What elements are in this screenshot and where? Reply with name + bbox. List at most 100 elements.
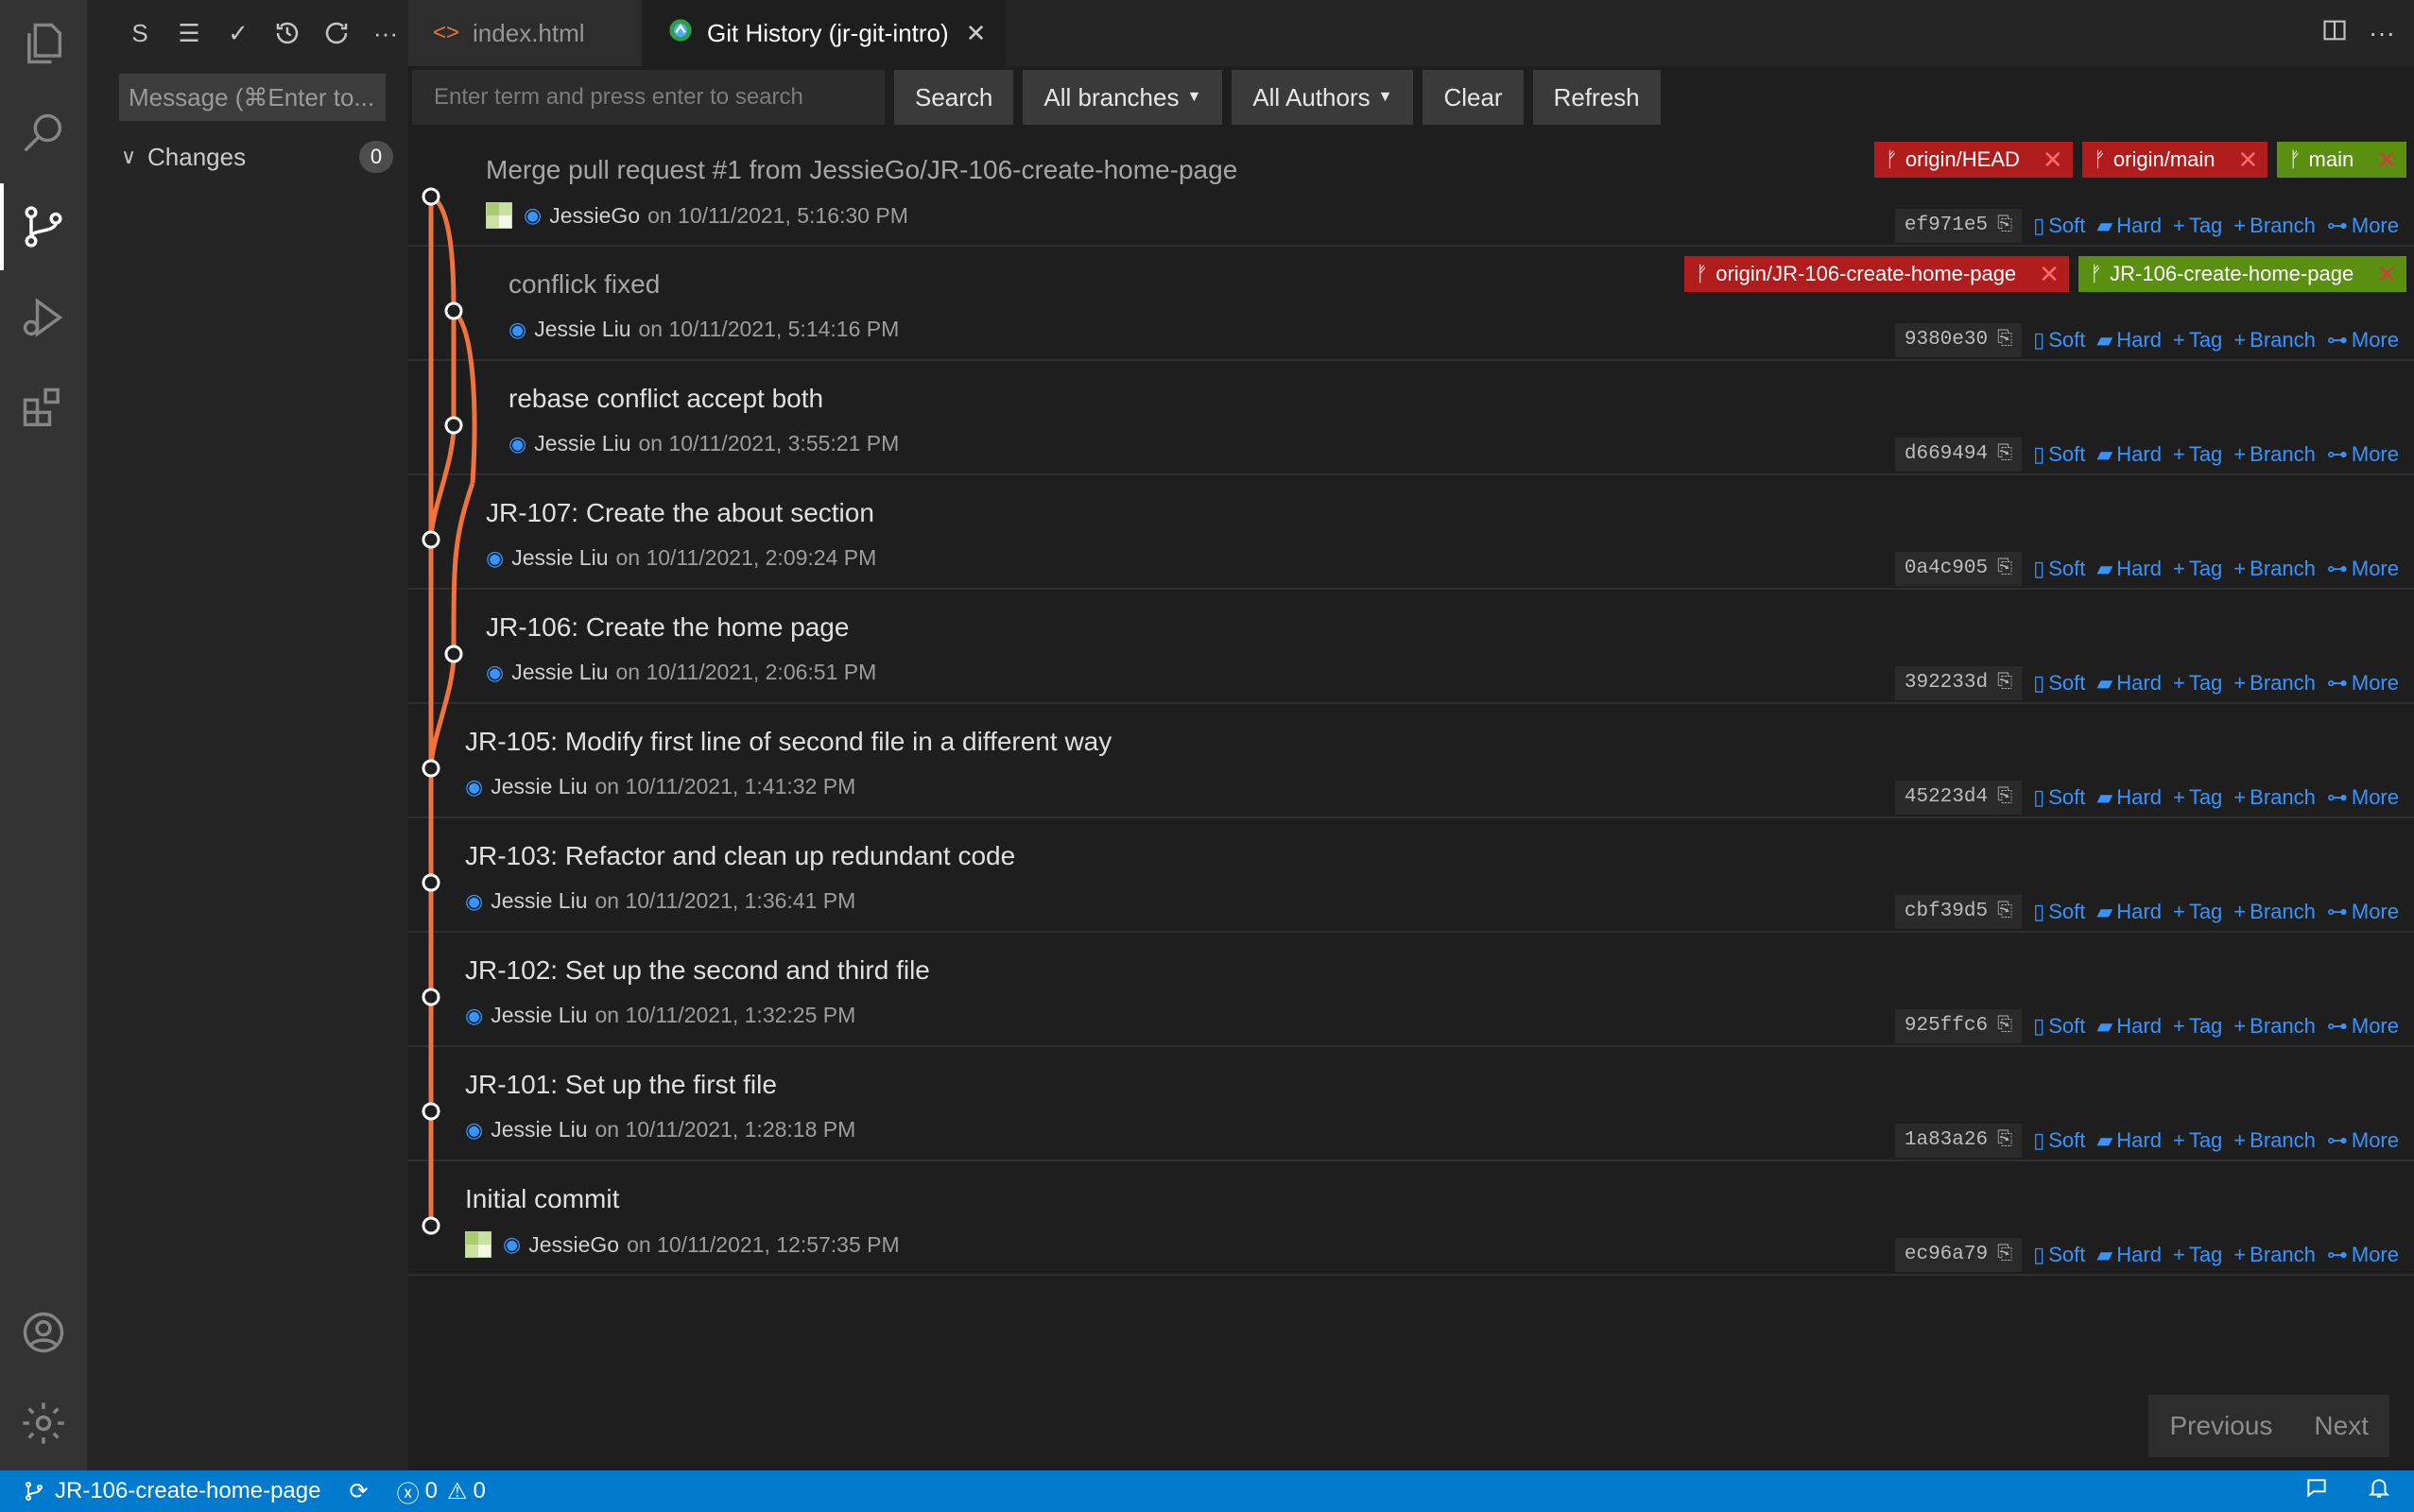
hard-reset-button[interactable]: ▰ Hard [2096,671,2162,696]
copy-icon[interactable]: ⎘ [1997,552,2012,586]
ref-badge[interactable]: ᚠ JR-106-create-home-page ✕ [2078,256,2406,292]
close-icon[interactable]: ✕ [966,19,987,48]
soft-reset-button[interactable]: ▯ Soft [2033,900,2085,924]
search-icon[interactable] [0,91,87,178]
changes-group[interactable]: ∨ Changes 0 [110,136,393,178]
more-actions-icon[interactable]: ··· [361,11,410,55]
search-button[interactable]: Search [894,70,1014,125]
refresh-button[interactable]: Refresh [1532,70,1661,125]
copy-icon[interactable]: ⎘ [1997,666,2012,700]
feedback-icon[interactable] [2304,1476,2329,1507]
commit-author[interactable]: Jessie Liu [511,545,608,571]
commit-message[interactable]: JR-105: Modify first line of second file… [465,727,1112,757]
commit-author[interactable]: Jessie Liu [491,774,587,799]
tag-button[interactable]: + Tag [2173,1243,2222,1267]
ref-badge[interactable]: ᚠ origin/JR-106-create-home-page ✕ [1684,256,2069,292]
more-actions-icon[interactable]: ··· [2369,18,2395,48]
soft-reset-button[interactable]: ▯ Soft [2033,557,2085,581]
eye-icon[interactable]: ◉ [503,1232,521,1257]
hard-reset-button[interactable]: ▰ Hard [2096,1014,2162,1039]
copy-icon[interactable]: ⎘ [1997,438,2012,472]
soft-reset-button[interactable]: ▯ Soft [2033,214,2085,238]
copy-icon[interactable]: ⎘ [1997,1009,2012,1043]
tag-button[interactable]: + Tag [2173,671,2222,696]
commit-author[interactable]: Jessie Liu [491,1003,587,1028]
settings-gear-icon[interactable] [0,1380,87,1467]
commit-author[interactable]: JessieGo [549,203,640,229]
search-input[interactable] [412,70,885,125]
commit-row[interactable]: conflick fixed ◉ Jessie Liu on 10/11/2021, … [408,247,2414,361]
commit-hash[interactable]: 925ffc6 ⎘ [1894,1009,2023,1043]
commit-row[interactable]: Initial commit ◉ JessieGo on 10/11/2021, 12… [408,1161,2414,1276]
more-button[interactable]: ⊶ More [2327,785,2399,810]
view-as-tree-icon[interactable]: ☰ [164,11,214,55]
more-button[interactable]: ⊶ More [2327,1243,2399,1267]
copy-icon[interactable]: ⎘ [1997,1124,2012,1158]
commit-row[interactable]: JR-106: Create the home page ◉ Jessie Liu o… [408,590,2414,704]
commit-hash[interactable]: ef971e5 ⎘ [1894,209,2023,243]
tab-git-history[interactable]: Git History (jr-git-intro) ✕ [643,0,1006,66]
commit-message[interactable]: JR-102: Set up the second and third file [465,955,930,986]
copy-icon[interactable]: ⎘ [1997,323,2012,357]
ref-badge[interactable]: ᚠ origin/HEAD ✕ [1873,142,2073,178]
branches-dropdown[interactable]: All branches ▼ [1023,70,1223,125]
branch-button[interactable]: + Branch [2233,785,2316,810]
sync-icon[interactable]: ⟳ [349,1478,368,1505]
hard-reset-button[interactable]: ▰ Hard [2096,442,2162,467]
clear-button[interactable]: Clear [1423,70,1524,125]
soft-reset-button[interactable]: ▯ Soft [2033,785,2085,810]
branch-button[interactable]: + Branch [2233,1128,2316,1153]
commit-author[interactable]: Jessie Liu [491,1117,587,1143]
commit-row[interactable]: JR-105: Modify first line of second file… [408,704,2414,818]
next-button[interactable]: Next [2293,1395,2389,1457]
commit-row[interactable]: JR-103: Refactor and clean up redundant … [408,818,2414,933]
notifications-bell-icon[interactable] [2367,1476,2391,1507]
more-button[interactable]: ⊶ More [2327,214,2399,238]
hard-reset-button[interactable]: ▰ Hard [2096,785,2162,810]
hard-reset-button[interactable]: ▰ Hard [2096,900,2162,924]
previous-button[interactable]: Previous [2148,1395,2293,1457]
hard-reset-button[interactable]: ▰ Hard [2096,328,2162,352]
soft-reset-button[interactable]: ▯ Soft [2033,1128,2085,1153]
hard-reset-button[interactable]: ▰ Hard [2096,557,2162,581]
commit-author[interactable]: Jessie Liu [511,660,608,685]
copy-icon[interactable]: ⎘ [1997,209,2012,243]
branch-button[interactable]: + Branch [2233,557,2316,581]
authors-dropdown[interactable]: All Authors ▼ [1232,70,1414,125]
tag-button[interactable]: + Tag [2173,442,2222,467]
commit-hash[interactable]: 45223d4 ⎘ [1894,781,2023,815]
more-button[interactable]: ⊶ More [2327,671,2399,696]
commit-hash[interactable]: cbf39d5 ⎘ [1894,895,2023,929]
tag-button[interactable]: + Tag [2173,1014,2222,1039]
problems-status[interactable]: ⓧ 0 ⚠ 0 [397,1475,486,1508]
extensions-icon[interactable] [0,365,87,452]
commit-message-input[interactable]: Message (⌘Enter to... [119,74,386,121]
commit-author[interactable]: Jessie Liu [534,431,630,456]
eye-icon[interactable]: ◉ [509,432,526,456]
commit-row[interactable]: JR-101: Set up the first file ◉ Jessie Liu… [408,1047,2414,1161]
branch-status[interactable]: JR-106-create-home-page [23,1478,320,1504]
account-icon[interactable] [0,1289,87,1376]
tag-button[interactable]: + Tag [2173,1128,2222,1153]
commit-row[interactable]: Merge pull request #1 from JessieGo/JR-1… [408,132,2414,247]
more-button[interactable]: ⊶ More [2327,328,2399,352]
commit-message[interactable]: JR-107: Create the about section [486,498,874,528]
commit-hash[interactable]: d669494 ⎘ [1894,438,2023,472]
run-debug-icon[interactable] [0,274,87,361]
split-editor-icon[interactable] [2321,17,2348,50]
hard-reset-button[interactable]: ▰ Hard [2096,1128,2162,1153]
branch-button[interactable]: + Branch [2233,442,2316,467]
tag-button[interactable]: + Tag [2173,557,2222,581]
copy-icon[interactable]: ⎘ [1997,1238,2012,1272]
scm-tool-s[interactable]: S [115,11,164,55]
eye-icon[interactable]: ◉ [486,546,504,571]
commit-author[interactable]: JessieGo [528,1232,619,1258]
tag-button[interactable]: + Tag [2173,328,2222,352]
eye-icon[interactable]: ◉ [509,318,526,342]
commit-hash[interactable]: 1a83a26 ⎘ [1894,1124,2023,1158]
more-button[interactable]: ⊶ More [2327,442,2399,467]
commit-row[interactable]: JR-102: Set up the second and third file… [408,933,2414,1047]
ref-badge[interactable]: ᚠ main ✕ [2277,142,2406,178]
commit-hash[interactable]: ec96a79 ⎘ [1894,1238,2023,1272]
more-button[interactable]: ⊶ More [2327,1014,2399,1039]
